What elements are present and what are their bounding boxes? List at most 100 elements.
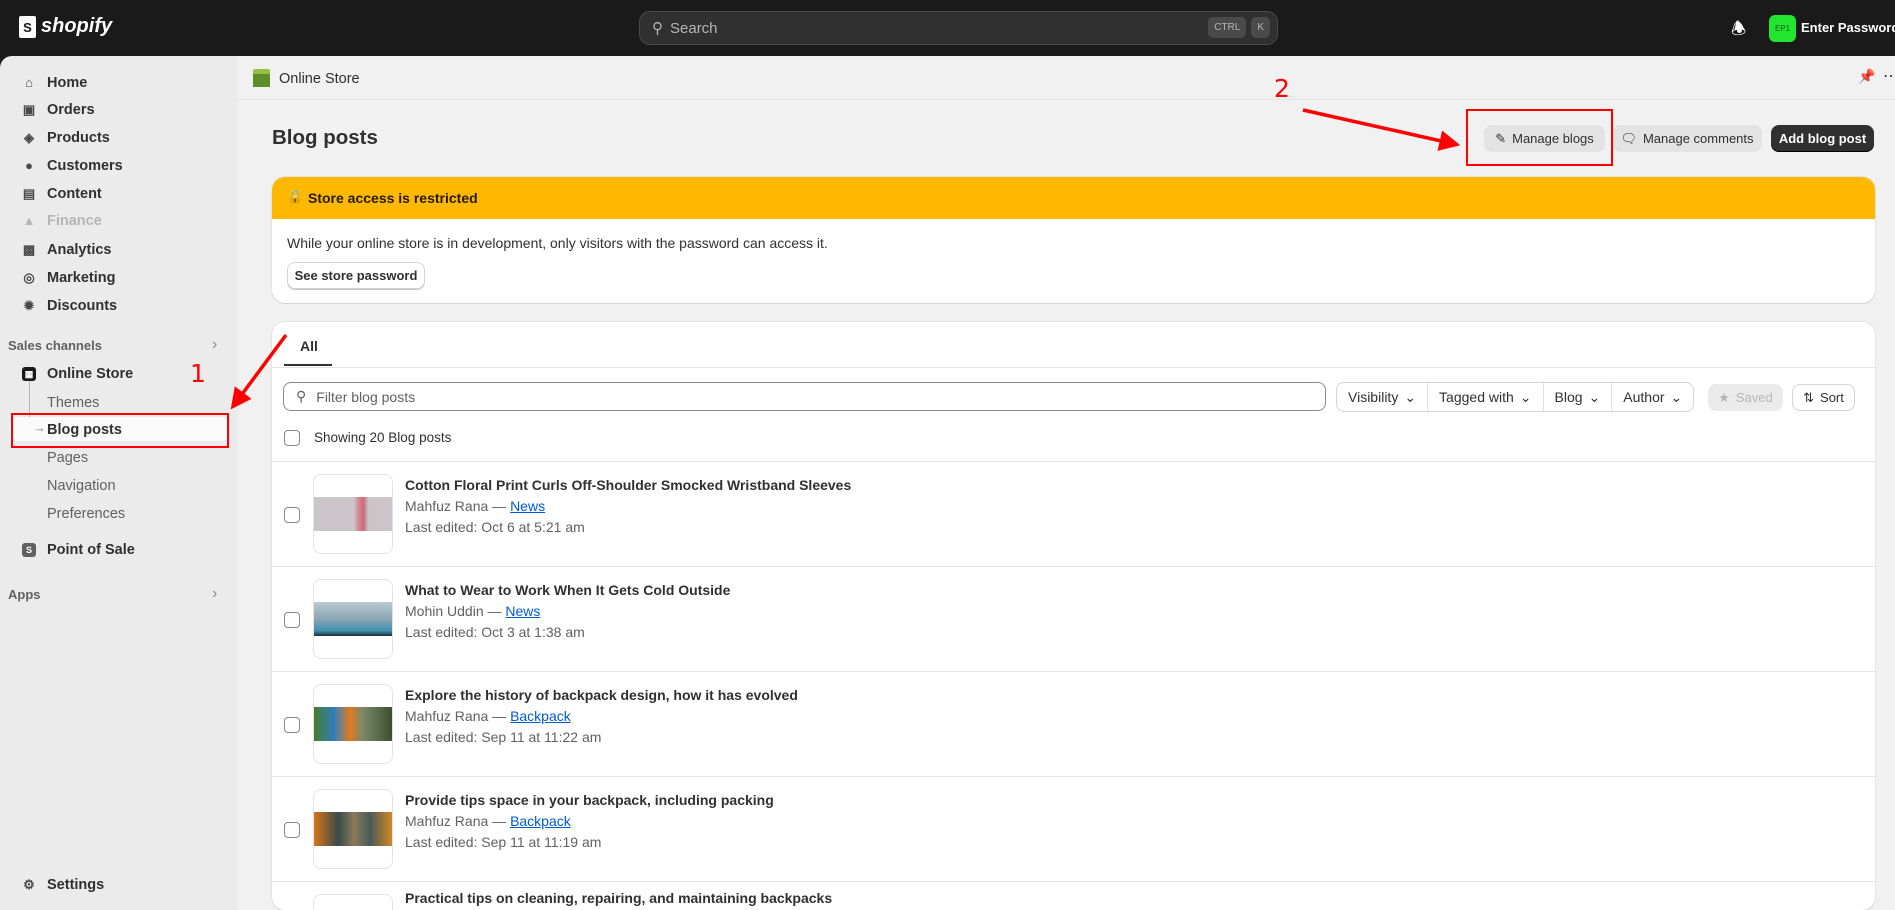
row-checkbox[interactable] xyxy=(284,822,300,838)
sidebar-item-preferences[interactable]: Preferences xyxy=(47,502,125,526)
more-icon[interactable]: ⋯ xyxy=(1883,66,1895,86)
post-title[interactable]: What to Wear to Work When It Gets Cold O… xyxy=(405,582,730,598)
sidebar-item-online-store[interactable]: ▦ Online Store xyxy=(22,362,133,386)
tab-underline xyxy=(284,364,332,366)
sort-icon: ⇅ xyxy=(1803,389,1815,405)
label: Customers xyxy=(47,158,123,174)
post-title[interactable]: Practical tips on cleaning, repairing, a… xyxy=(405,890,832,906)
gear-icon: ⚙ xyxy=(23,877,35,892)
filter-input[interactable]: ⚲ Filter blog posts xyxy=(283,382,1326,411)
list-item[interactable]: What to Wear to Work When It Gets Cold O… xyxy=(272,566,1875,671)
star-icon: ★ xyxy=(1718,389,1730,405)
row-checkbox[interactable] xyxy=(284,612,300,628)
sidebar-item-marketing[interactable]: ◎ Marketing xyxy=(22,266,115,290)
annotation-box-2 xyxy=(1466,109,1613,166)
sidebar-item-settings[interactable]: ⚙ Settings xyxy=(22,873,104,897)
sidebar-item-analytics[interactable]: ▩ Analytics xyxy=(22,238,112,262)
blog-link[interactable]: Backpack xyxy=(510,708,571,724)
sidebar-item-discounts[interactable]: ✹ Discounts xyxy=(22,294,118,318)
sidebar-item-pages[interactable]: Pages xyxy=(47,446,88,470)
shopify-logo[interactable]: Sshopify xyxy=(19,15,112,38)
post-thumbnail xyxy=(313,684,393,764)
user-name[interactable]: Enter Password: xyxy=(1801,20,1895,35)
select-all-checkbox[interactable] xyxy=(284,430,300,446)
chevron-right-icon[interactable]: › xyxy=(212,336,217,354)
breadcrumb[interactable]: Online Store xyxy=(279,71,360,87)
sidebar-item-themes[interactable]: Themes xyxy=(47,391,99,415)
add-blog-post-button[interactable]: Add blog post xyxy=(1771,125,1874,152)
label: Analytics xyxy=(47,242,112,258)
post-date: Last edited: Oct 3 at 1:38 am xyxy=(405,624,585,640)
manage-comments-button[interactable]: 🗨 Manage comments xyxy=(1612,125,1762,152)
list-item[interactable]: Provide tips space in your backpack, inc… xyxy=(272,776,1875,881)
apps-heading[interactable]: Apps xyxy=(8,587,41,602)
list-item[interactable]: Explore the history of backpack design, … xyxy=(272,671,1875,776)
label: Products xyxy=(47,130,110,146)
sidebar-item-products[interactable]: ◈ Products xyxy=(22,126,110,150)
sales-channels-heading[interactable]: Sales channels xyxy=(8,338,102,353)
blog-link[interactable]: Backpack xyxy=(510,813,571,829)
label: Orders xyxy=(47,102,95,118)
post-title[interactable]: Provide tips space in your backpack, inc… xyxy=(405,792,774,808)
chevron-down-icon: ⌄ xyxy=(1588,388,1601,405)
bar-chart-icon: ▩ xyxy=(22,242,36,257)
label: Author xyxy=(1623,389,1665,405)
tab-all[interactable]: All xyxy=(300,338,318,354)
avatar[interactable]: EP1 xyxy=(1769,15,1796,42)
shortcut-ctrl: CTRL xyxy=(1208,17,1247,38)
label: Home xyxy=(47,75,88,91)
search-icon: ⚲ xyxy=(296,388,307,404)
filter-author[interactable]: Author ⌄ xyxy=(1612,383,1693,411)
page-title: Blog posts xyxy=(272,126,378,149)
blog-posts-list: All ⚲ Filter blog posts Visibility ⌄ Tagge… xyxy=(272,322,1875,910)
filter-blog[interactable]: Blog ⌄ xyxy=(1544,383,1613,411)
annotation-box-1 xyxy=(11,413,229,448)
filter-visibility[interactable]: Visibility ⌄ xyxy=(1337,383,1429,411)
see-store-password-button[interactable]: See store password xyxy=(287,262,425,289)
row-checkbox[interactable] xyxy=(284,507,300,523)
search-input[interactable]: ⚲ Search CTRL K xyxy=(639,11,1278,45)
showing-count: Showing 20 Blog posts xyxy=(314,430,452,445)
store-icon: ▦ xyxy=(22,367,36,381)
content-icon: ▤ xyxy=(22,186,36,201)
post-thumbnail xyxy=(313,894,393,910)
search-placeholder: Search xyxy=(670,19,718,37)
row-checkbox[interactable] xyxy=(284,717,300,733)
list-item[interactable]: Practical tips on cleaning, repairing, a… xyxy=(272,881,1875,910)
sidebar-item-home[interactable]: ⌂ Home xyxy=(22,71,87,95)
blog-link[interactable]: News xyxy=(505,603,540,619)
label: Finance xyxy=(47,213,102,229)
post-title[interactable]: Cotton Floral Print Curls Off-Shoulder S… xyxy=(405,477,851,493)
sidebar-item-finance: ▲ Finance xyxy=(22,209,102,233)
sidebar-item-point-of-sale[interactable]: S Point of Sale xyxy=(22,538,135,562)
annotation-step-1: 1 xyxy=(190,359,206,388)
sort-button[interactable]: ⇅ Sort xyxy=(1792,384,1855,411)
sidebar-item-customers[interactable]: ● Customers xyxy=(22,154,123,178)
sidebar-item-content[interactable]: ▤ Content xyxy=(22,182,102,206)
sidebar-item-orders[interactable]: ▣ Orders xyxy=(22,98,95,122)
filter-tagged-with[interactable]: Tagged with ⌄ xyxy=(1428,383,1544,411)
post-date: Last edited: Oct 6 at 5:21 am xyxy=(405,519,585,535)
bell-icon[interactable]: 🕭 xyxy=(1731,16,1746,45)
bank-icon: ▲ xyxy=(22,213,36,228)
post-meta: Mohin Uddin — News xyxy=(405,603,541,619)
lock-icon: 🔒 xyxy=(287,189,304,204)
blog-link[interactable]: News xyxy=(510,498,545,514)
pin-icon[interactable]: 📌 xyxy=(1858,68,1875,85)
list-item[interactable]: Cotton Floral Print Curls Off-Shoulder S… xyxy=(272,461,1875,566)
chevron-right-icon[interactable]: › xyxy=(212,585,217,603)
sidebar-item-navigation[interactable]: Navigation xyxy=(47,474,116,498)
comment-icon: 🗨 xyxy=(1620,130,1637,146)
annotation-step-2: 2 xyxy=(1274,74,1290,103)
logo-text: shopify xyxy=(41,15,113,37)
post-title[interactable]: Explore the history of backpack design, … xyxy=(405,687,798,703)
pos-icon: S xyxy=(22,543,36,557)
saved-button: ★ Saved xyxy=(1708,384,1783,411)
label: Settings xyxy=(47,877,105,893)
online-store-icon xyxy=(253,69,270,87)
chevron-down-icon: ⌄ xyxy=(1670,388,1683,405)
label: Tagged with xyxy=(1439,389,1514,405)
banner-header: 🔒 Store access is restricted xyxy=(272,177,1875,219)
label: Sort xyxy=(1820,390,1844,405)
post-date: Last edited: Sep 11 at 11:22 am xyxy=(405,729,602,745)
